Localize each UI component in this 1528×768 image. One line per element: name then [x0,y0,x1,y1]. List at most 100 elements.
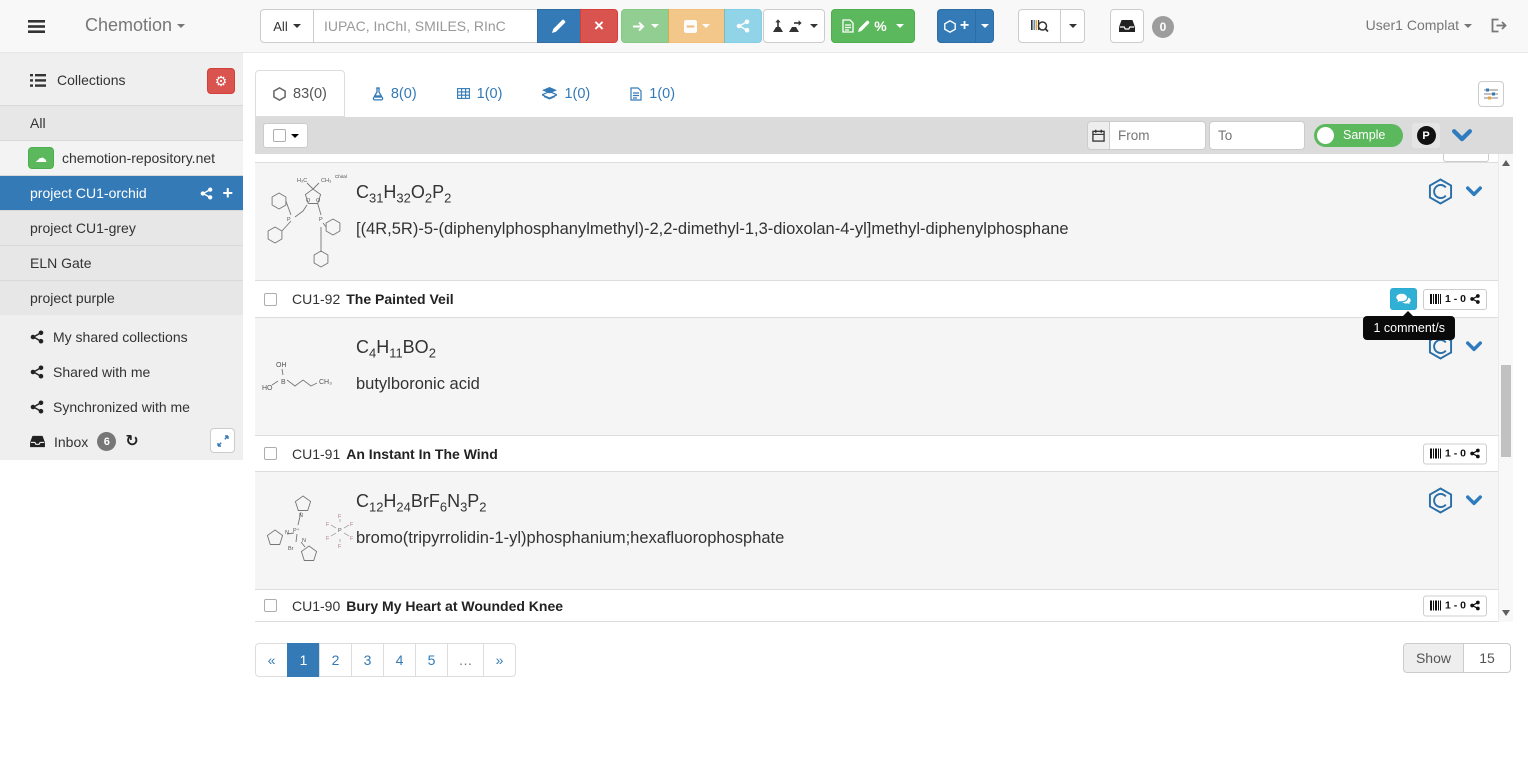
plus-icon[interactable]: + [222,184,233,202]
date-to-input[interactable] [1209,121,1305,150]
comment-button[interactable] [1390,288,1417,310]
collection-settings-button[interactable]: ⚙ [207,68,235,94]
export-import-button[interactable] [763,9,825,43]
inbox-expand-button[interactable] [210,428,235,453]
inbox-group [1110,9,1144,43]
share-button[interactable] [724,9,762,43]
sidebar-item-inbox[interactable]: Inbox 6 ↻ [0,424,243,459]
tab-label: 1(0) [564,86,590,102]
sample-row[interactable]: CU1-90Bury My Heart at Wounded Knee 1 - … [255,590,1498,622]
close-icon: × [594,16,604,36]
list-settings-button[interactable] [1478,81,1504,107]
search-scope-label: All [273,19,287,34]
chevron-down-icon [1464,24,1472,28]
page-1[interactable]: 1 [287,643,320,677]
barcode-scan-button[interactable] [1018,9,1061,43]
chevron-down-icon [810,24,818,28]
select-all-dropdown[interactable] [263,123,308,148]
sidebar-item-all[interactable]: All [0,105,243,140]
logout-icon[interactable] [1491,18,1508,33]
molecule-row[interactable]: NNN P⁺Br P FFFFFF C12H24BrF6N3P2 [255,472,1498,590]
report-button[interactable]: % [831,9,915,43]
sidebar-item-project-purple[interactable]: project purple [0,280,243,315]
product-filter-button[interactable]: P [1412,123,1440,148]
move-to-collection-button[interactable] [621,9,669,43]
scroll-up-arrow[interactable] [1502,160,1510,166]
svg-text:F: F [338,544,342,550]
analyses-badge-button[interactable]: 1 - 0 [1423,595,1487,616]
sidebar-item-synchronized-with-me[interactable]: Synchronized with me [0,389,243,424]
search-scope-button[interactable]: All [260,9,314,43]
sample-row[interactable]: CU1-92The Painted Veil 1 - 0 1 comment/s [255,281,1498,318]
structure-search-button[interactable] [537,9,581,43]
collapse-filter-icon[interactable] [1452,129,1472,142]
molecule-row[interactable]: PP OO H₃CCH₃ Chiral C31H32O2P2 [(4R,5R)-… [255,163,1498,281]
sample-icon [273,87,286,101]
tab-samples[interactable]: 83(0) [255,70,345,117]
molecule-hexagon-icon[interactable] [1428,487,1453,514]
inbox-count-badge: 0 [1152,16,1174,38]
barcode-icon [1430,601,1441,611]
user-menu[interactable]: User1 Complat [1366,17,1472,33]
calendar-icon[interactable] [1087,121,1110,150]
scrollbar-thumb[interactable] [1501,365,1511,457]
list-icon[interactable] [30,74,46,87]
date-from-input[interactable] [1110,121,1206,150]
collection-label: project CU1-orchid [30,185,147,201]
sample-checkbox[interactable] [264,293,277,306]
sample-product-toggle[interactable]: Sample [1314,124,1403,147]
molecule-formula: C12H24BrF6N3P2 [356,491,784,515]
sample-checkbox[interactable] [264,447,277,460]
chevron-down-icon[interactable] [1466,495,1482,506]
molecule-row[interactable]: OHBHOCH₃ C4H11BO2 butylboronic acid [255,318,1498,436]
sample-row[interactable]: CU1-91An Instant In The Wind 1 - 0 [255,436,1498,472]
sidebar-item-project-cu1-orchid[interactable]: project CU1-orchid + [0,175,243,210]
sidebar-item-my-shared-collections[interactable]: My shared collections [0,319,243,354]
tab-research-plans[interactable]: 1(0) [615,70,690,117]
tab-label: 1(0) [477,86,503,102]
analyses-badge-button[interactable]: 1 - 0 [1423,289,1487,310]
analyses-badge-button[interactable]: 1 - 0 [1423,443,1487,464]
collections-sidebar: Collections ⚙ All ☁ chemotion-repository… [0,53,243,460]
molecule-formula: C4H11BO2 [356,337,480,361]
page-next[interactable]: » [483,643,516,677]
scroll-down-arrow[interactable] [1502,610,1510,616]
import-icon [788,19,802,33]
page-3[interactable]: 3 [351,643,384,677]
search-input[interactable] [313,9,538,43]
tab-wellplates[interactable]: 1(0) [442,70,518,117]
clear-search-button[interactable]: × [580,9,618,43]
page-4[interactable]: 4 [383,643,416,677]
hamburger-icon[interactable] [28,20,45,33]
create-menu-button[interactable] [975,9,994,43]
export-icon [771,19,785,33]
molecule-hexagon-icon[interactable] [1428,178,1453,205]
page-size-input[interactable] [1464,643,1511,673]
list-filter-bar: Sample P [255,117,1513,154]
list-scrollbar[interactable] [1498,154,1513,622]
scanner-menu-button[interactable] [1060,9,1085,43]
screen-layers-icon [542,87,557,100]
remove-from-collection-button[interactable] [668,9,725,43]
tab-screens[interactable]: 1(0) [527,70,605,117]
refresh-icon[interactable]: ↻ [125,434,138,450]
chevron-down-icon[interactable] [1466,186,1482,197]
sidebar-item-shared-with-me[interactable]: Shared with me [0,354,243,389]
svg-text:N: N [285,530,289,536]
tab-reactions[interactable]: 8(0) [357,70,432,117]
sidebar-item-eln-gate[interactable]: ELN Gate [0,245,243,280]
chevron-down-icon[interactable] [1466,341,1482,352]
page-prev[interactable]: « [255,643,288,677]
sample-checkbox[interactable] [264,599,277,612]
select-all-checkbox[interactable] [273,129,286,142]
brand-menu[interactable]: Chemotion [85,15,185,36]
sidebar-item-project-cu1-grey[interactable]: project CU1-grey [0,210,243,245]
share-icon [30,365,44,379]
create-sample-button[interactable]: + [937,9,976,43]
inbox-button[interactable] [1110,9,1144,43]
sidebar-item-repository[interactable]: ☁ chemotion-repository.net [0,140,243,175]
share-icon[interactable] [200,187,213,200]
page-ellipsis[interactable]: … [447,643,484,677]
page-2[interactable]: 2 [319,643,352,677]
page-5[interactable]: 5 [415,643,448,677]
